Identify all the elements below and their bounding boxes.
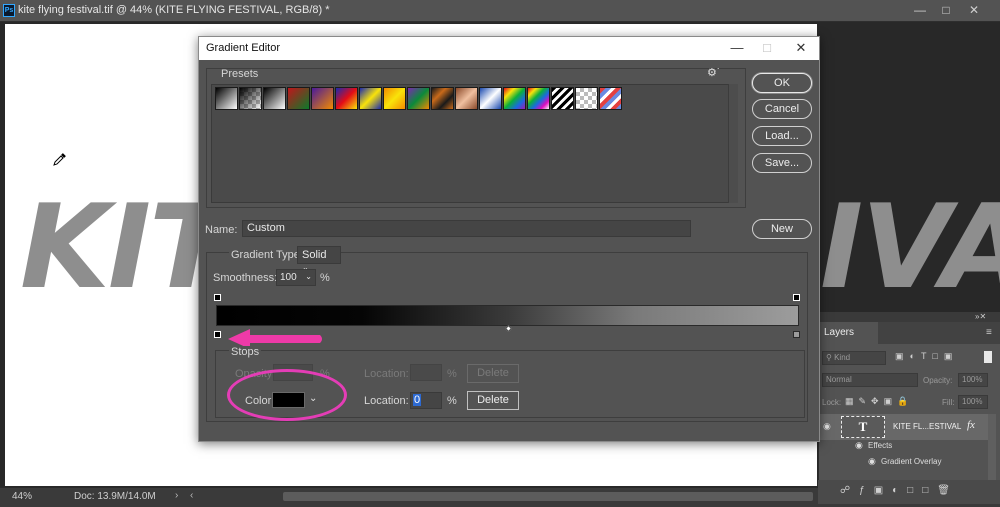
tab-layers[interactable]: Layers bbox=[818, 322, 878, 344]
kind-filter-label: Kind bbox=[834, 353, 851, 362]
layer-filter-icons[interactable]: ▣◐T□▣ bbox=[895, 351, 958, 362]
location-unit-disabled: % bbox=[447, 368, 457, 380]
stops-label: Stops bbox=[229, 346, 262, 358]
preset-swatch[interactable] bbox=[263, 87, 286, 110]
layers-scrollbar[interactable] bbox=[988, 414, 996, 480]
preset-swatch[interactable] bbox=[551, 87, 574, 110]
panel-collapse-icon[interactable]: »✕ bbox=[975, 312, 986, 321]
photoshop-icon: Ps bbox=[3, 4, 15, 17]
preset-swatch[interactable] bbox=[575, 87, 598, 110]
load-button[interactable]: Load... bbox=[752, 126, 812, 146]
opacity-stop-right[interactable] bbox=[793, 294, 800, 301]
preset-swatch[interactable] bbox=[287, 87, 310, 110]
fill-field[interactable]: 100% bbox=[958, 395, 988, 409]
minimize-icon[interactable]: — bbox=[910, 2, 930, 18]
gradient-preview-bar[interactable] bbox=[216, 305, 799, 326]
panel-tab-strip bbox=[878, 322, 1000, 344]
dialog-close-icon[interactable]: ✕ bbox=[790, 39, 812, 57]
preset-swatch[interactable] bbox=[479, 87, 502, 110]
preset-swatch[interactable] bbox=[503, 87, 526, 110]
smoothness-label: Smoothness: bbox=[213, 272, 278, 284]
smoothness-field[interactable]: 100 ⌄ bbox=[276, 269, 316, 286]
document-size: Doc: 13.9M/14.0M bbox=[74, 491, 156, 502]
layer-kind-filter[interactable]: ⚲ Kind bbox=[822, 351, 886, 365]
chevron-down-icon: ⌄ bbox=[305, 272, 312, 281]
annotation-ellipse bbox=[227, 369, 347, 421]
preset-swatch[interactable] bbox=[359, 87, 382, 110]
panel-collapse-bar[interactable] bbox=[818, 312, 1000, 322]
location-value: 0 bbox=[413, 394, 422, 406]
gradient-overlay-eye-icon[interactable]: ◉ bbox=[868, 456, 876, 467]
presets-scrollbar[interactable] bbox=[728, 84, 738, 203]
text-layer-thumbnail[interactable]: T bbox=[841, 416, 885, 438]
dialog-maximize-icon[interactable]: □ bbox=[756, 39, 778, 57]
location-label: Location: bbox=[364, 395, 409, 407]
document-title: kite flying festival.tif @ 44% (KITE FLY… bbox=[18, 4, 330, 16]
blend-mode-select[interactable]: Normal bbox=[822, 373, 918, 387]
smoothness-unit: % bbox=[320, 272, 330, 284]
location-unit: % bbox=[447, 395, 457, 407]
delete-button-disabled: Delete bbox=[467, 364, 519, 383]
preset-swatch[interactable] bbox=[383, 87, 406, 110]
scroll-left-icon[interactable]: ‹ bbox=[190, 490, 193, 501]
eyedropper-cursor-icon bbox=[53, 152, 67, 169]
preset-swatch[interactable] bbox=[455, 87, 478, 110]
preset-swatch[interactable] bbox=[527, 87, 550, 110]
gradient-type-label: Gradient Type: bbox=[229, 249, 305, 261]
artwork-text-right: IVAL bbox=[820, 180, 1000, 312]
restore-icon[interactable]: □ bbox=[936, 2, 956, 18]
layer-name[interactable]: KITE FL...ESTIVAL bbox=[893, 422, 961, 431]
panel-menu-icon[interactable]: ≡ bbox=[986, 327, 992, 338]
presets-gear-icon[interactable]: ⚙˙ bbox=[707, 66, 721, 79]
opacity-field[interactable]: 100% bbox=[958, 373, 988, 387]
color-stop-right[interactable] bbox=[793, 331, 800, 338]
close-icon[interactable]: ✕ bbox=[964, 2, 984, 18]
gradient-name-field[interactable]: Custom bbox=[242, 220, 691, 237]
horizontal-scrollbar[interactable] bbox=[283, 492, 813, 501]
fill-label: Fill: bbox=[942, 398, 955, 407]
dialog-title: Gradient Editor bbox=[206, 42, 280, 54]
fx-icon[interactable]: fx bbox=[967, 419, 975, 431]
ok-button[interactable]: OK bbox=[752, 73, 812, 93]
effects-label[interactable]: Effects bbox=[868, 441, 892, 450]
zoom-level[interactable]: 44% bbox=[12, 491, 32, 502]
search-icon: ⚲ bbox=[826, 353, 835, 362]
location-label-disabled: Location: bbox=[364, 368, 409, 380]
eye-icon[interactable]: ◉ bbox=[823, 421, 831, 432]
gradient-type-select[interactable]: Solid ⌄ bbox=[297, 246, 341, 272]
preset-swatch[interactable] bbox=[599, 87, 622, 110]
gradient-overlay-label[interactable]: Gradient Overlay bbox=[881, 457, 941, 466]
delete-button[interactable]: Delete bbox=[467, 391, 519, 410]
name-label: Name: bbox=[205, 224, 238, 236]
preset-swatch[interactable] bbox=[239, 87, 262, 110]
save-button[interactable]: Save... bbox=[752, 153, 812, 173]
filter-toggle-icon[interactable] bbox=[984, 351, 992, 363]
presets-label: Presets bbox=[221, 68, 259, 80]
opacity-label: Opacity: bbox=[923, 376, 953, 385]
status-expand-icon[interactable]: › bbox=[175, 490, 178, 501]
artwork-left-clip: KITE bbox=[0, 24, 198, 314]
new-button[interactable]: New bbox=[752, 219, 812, 239]
effects-eye-icon[interactable]: ◉ bbox=[855, 440, 863, 451]
preset-swatch[interactable] bbox=[431, 87, 454, 110]
layer-action-icons[interactable]: ☍ƒ▣◐□□🗑 bbox=[840, 485, 959, 496]
cancel-button[interactable]: Cancel bbox=[752, 99, 812, 119]
lock-icons[interactable]: ▦✎✥▣🔒 bbox=[845, 396, 913, 407]
preset-swatch[interactable] bbox=[407, 87, 430, 110]
gradient-type-value: Solid bbox=[302, 249, 327, 261]
artwork-right-clip: IVAL bbox=[820, 24, 1000, 312]
preset-swatch[interactable] bbox=[311, 87, 334, 110]
preset-swatch[interactable] bbox=[335, 87, 358, 110]
color-stop-left[interactable] bbox=[214, 331, 221, 338]
location-field-disabled bbox=[410, 364, 442, 381]
lock-label: Lock: bbox=[822, 398, 842, 407]
opacity-stop-left[interactable] bbox=[214, 294, 221, 301]
preset-swatch[interactable] bbox=[215, 87, 238, 110]
location-field[interactable]: 0 bbox=[410, 392, 442, 409]
smoothness-value: 100 bbox=[280, 272, 297, 283]
dialog-minimize-icon[interactable]: — bbox=[726, 39, 748, 57]
artwork-text-left: KITE bbox=[20, 180, 198, 314]
